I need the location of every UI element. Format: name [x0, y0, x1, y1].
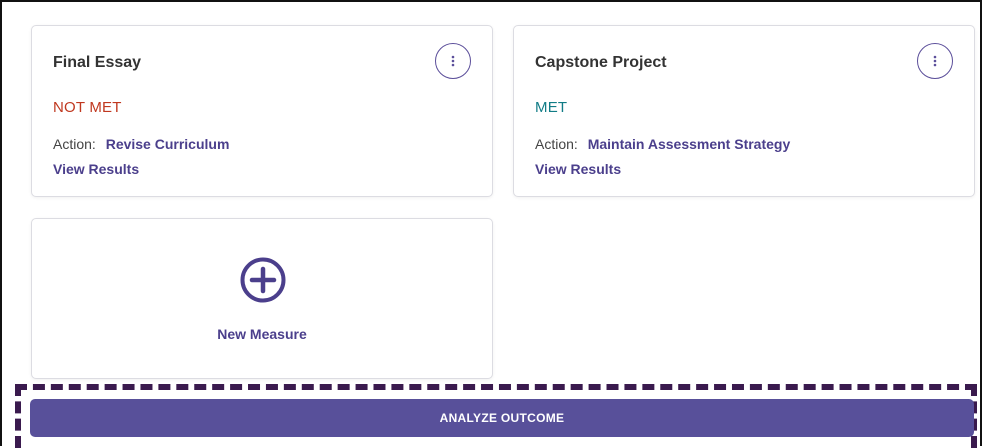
view-results-link[interactable]: View Results: [53, 161, 139, 177]
measure-title: Final Essay: [53, 54, 142, 71]
more-vertical-icon: [451, 55, 455, 67]
action-label: Action:: [535, 136, 578, 152]
action-value: Maintain Assessment Strategy: [587, 136, 791, 152]
action-label: Action:: [53, 136, 96, 152]
measure-card-final-essay: Final Essay NOT MET Action: Revise Curri…: [31, 25, 493, 197]
analyze-outcome-button[interactable]: ANALYZE OUTCOME: [30, 399, 974, 437]
measure-card-capstone-project: Capstone Project MET Action: Maintain As…: [513, 25, 975, 197]
status-badge: MET: [535, 99, 568, 116]
more-vertical-icon: [933, 55, 937, 67]
view-results-link[interactable]: View Results: [535, 161, 621, 177]
more-options-button[interactable]: [917, 43, 953, 79]
status-badge: NOT MET: [53, 99, 122, 116]
plus-circle-icon: [240, 257, 286, 303]
measures-panel: Final Essay NOT MET Action: Revise Curri…: [0, 0, 982, 448]
action-row: Action: Revise Curriculum: [53, 136, 229, 152]
action-row: Action: Maintain Assessment Strategy: [535, 136, 790, 152]
action-value: Revise Curriculum: [105, 136, 230, 152]
new-measure-card[interactable]: New Measure: [31, 218, 493, 379]
new-measure-label: New Measure: [217, 326, 307, 342]
more-options-button[interactable]: [435, 43, 471, 79]
measure-title: Capstone Project: [535, 54, 667, 71]
